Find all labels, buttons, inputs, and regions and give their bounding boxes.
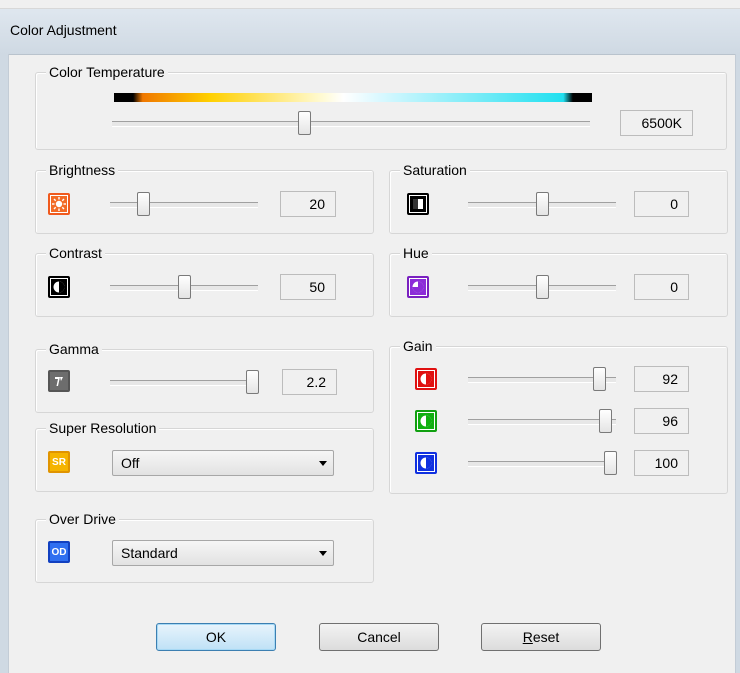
- reset-label-rest: eset: [532, 629, 560, 645]
- super-resolution-select[interactable]: Off: [112, 450, 334, 476]
- over-drive-select[interactable]: Standard: [112, 540, 334, 566]
- hue-slider-thumb[interactable]: [536, 275, 549, 299]
- hue-value: 0: [634, 274, 689, 300]
- color-temperature-value: 6500K: [620, 110, 693, 136]
- blue-gain-value: 100: [634, 450, 689, 476]
- window-title: Color Adjustment: [10, 22, 117, 38]
- red-gain-slider-thumb[interactable]: [593, 367, 607, 391]
- cancel-button[interactable]: Cancel: [319, 623, 439, 651]
- gamma-value: 2.2: [282, 369, 337, 395]
- over-drive-selected: Standard: [121, 545, 178, 561]
- red-gain-icon: [415, 368, 437, 390]
- contrast-icon: [48, 276, 70, 298]
- contrast-value: 50: [280, 274, 336, 300]
- saturation-icon: [407, 193, 429, 215]
- green-gain-track[interactable]: [468, 419, 616, 425]
- green-gain-slider-thumb[interactable]: [598, 409, 612, 433]
- brightness-label: Brightness: [46, 161, 119, 179]
- color-temperature-spectrum: [114, 93, 592, 102]
- super-resolution-label: Super Resolution: [46, 419, 160, 437]
- green-gain-icon: [415, 410, 437, 432]
- super-resolution-selected: Off: [121, 455, 140, 471]
- super-resolution-icon: SR: [48, 451, 70, 473]
- blue-gain-icon: [415, 452, 437, 474]
- gamma-label: Gamma: [46, 340, 102, 358]
- gamma-icon: [48, 370, 70, 392]
- color-temperature-track[interactable]: [112, 121, 590, 127]
- window-left-border: [0, 54, 9, 673]
- reset-access-key: R: [522, 629, 533, 645]
- brightness-icon: [48, 193, 70, 215]
- color-temperature-label: Color Temperature: [46, 63, 168, 81]
- green-gain-value: 96: [634, 408, 689, 434]
- saturation-label: Saturation: [400, 161, 470, 179]
- saturation-slider-thumb[interactable]: [536, 192, 549, 216]
- contrast-label: Contrast: [46, 244, 105, 262]
- hue-icon: [407, 276, 429, 298]
- over-drive-icon: OD: [48, 541, 70, 563]
- ok-button[interactable]: OK: [156, 623, 276, 651]
- brightness-track[interactable]: [110, 202, 258, 208]
- reset-button[interactable]: Reset: [481, 623, 601, 651]
- gamma-slider-thumb[interactable]: [246, 370, 259, 394]
- hue-label: Hue: [400, 244, 432, 262]
- saturation-value: 0: [634, 191, 689, 217]
- gain-label: Gain: [400, 337, 436, 355]
- over-drive-label: Over Drive: [46, 510, 119, 528]
- window-top-frame: [0, 0, 740, 9]
- gamma-track[interactable]: [110, 380, 258, 386]
- blue-gain-track[interactable]: [468, 461, 616, 467]
- chevron-down-icon: [319, 551, 327, 556]
- contrast-slider-thumb[interactable]: [178, 275, 191, 299]
- window-right-border: [735, 54, 740, 673]
- brightness-slider-thumb[interactable]: [137, 192, 151, 216]
- chevron-down-icon: [319, 461, 327, 466]
- blue-gain-slider-thumb[interactable]: [604, 451, 617, 475]
- brightness-value: 20: [280, 191, 336, 217]
- red-gain-value: 92: [634, 366, 689, 392]
- color-temperature-slider-thumb[interactable]: [298, 111, 312, 135]
